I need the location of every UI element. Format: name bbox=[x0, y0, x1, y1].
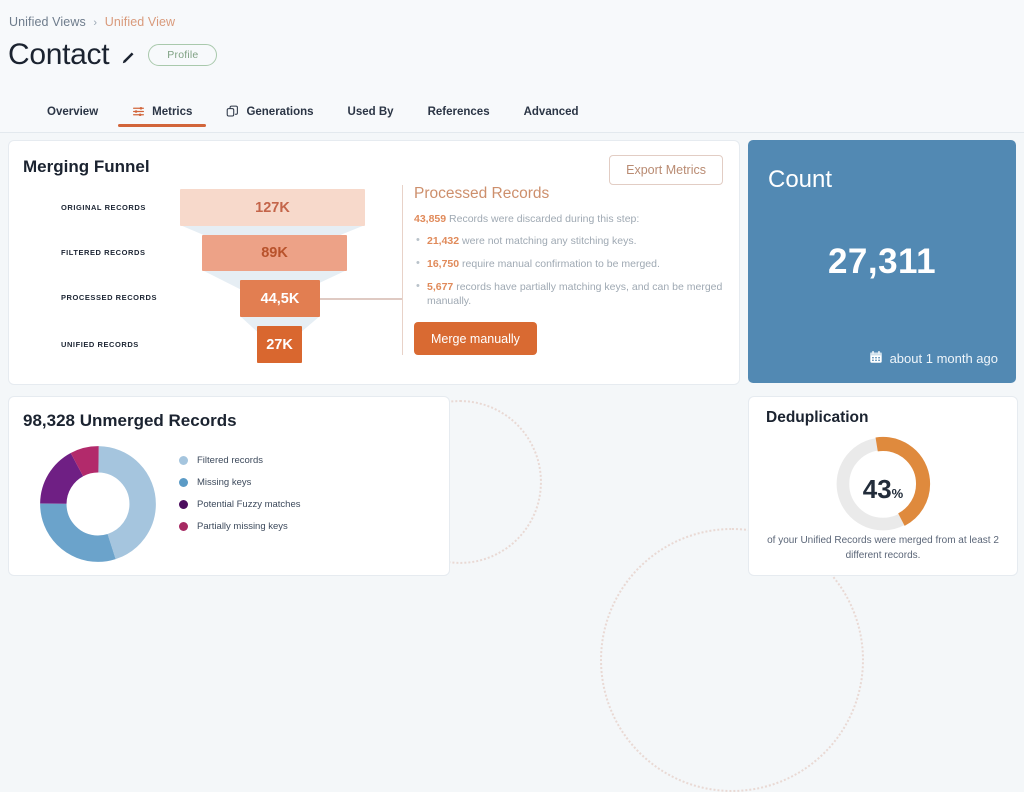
legend-label: Filtered records bbox=[197, 454, 263, 466]
legend-color-dot bbox=[179, 477, 188, 487]
legend-color-dot bbox=[179, 455, 188, 465]
funnel-stage-label: ORIGINAL RECORDS bbox=[61, 203, 146, 212]
funnel-stage-label: FILTERED RECORDS bbox=[61, 248, 146, 257]
legend-label: Partially missing keys bbox=[197, 520, 288, 532]
merging-funnel-chart: ORIGINAL RECORDS 127K FILTERED RECORDS 8… bbox=[9, 185, 403, 375]
count-card-value: 27,311 bbox=[827, 242, 937, 281]
export-metrics-button[interactable]: Export Metrics bbox=[609, 155, 723, 185]
breadcrumb-separator: › bbox=[93, 17, 98, 29]
bullet-value: 5,677 bbox=[427, 280, 454, 293]
tab-label: Generations bbox=[246, 105, 314, 118]
deduplication-card: Deduplication 43% of your Unified Record… bbox=[748, 396, 1018, 576]
merging-funnel-card: Merging Funnel Export Metrics ORIGINAL R… bbox=[8, 140, 740, 385]
tab-generations[interactable]: Generations bbox=[226, 105, 314, 127]
breadcrumb: Unified Views › Unified View bbox=[9, 15, 175, 29]
funnel-bar-value: 27K bbox=[266, 336, 293, 353]
bullet-text: records have partially matching keys, an… bbox=[427, 280, 723, 308]
processed-records-title: Processed Records bbox=[414, 185, 550, 202]
gauge-value-arc bbox=[835, 436, 931, 532]
count-card-title: Count bbox=[768, 166, 833, 193]
breadcrumb-parent-link[interactable]: Unified Views bbox=[9, 15, 86, 29]
unmerged-records-card: 98,328 Unmerged Records Filtered records… bbox=[8, 396, 450, 576]
legend-color-dot bbox=[179, 499, 188, 509]
count-card: Count 27,311 about 1 month ago bbox=[748, 140, 1016, 383]
pencil-icon[interactable] bbox=[120, 51, 135, 71]
card-title: 98,328 Unmerged Records bbox=[23, 411, 237, 430]
funnel-bar-value: 89K bbox=[261, 245, 288, 261]
card-title: Deduplication bbox=[766, 409, 869, 426]
sliders-icon bbox=[132, 105, 145, 118]
layers-icon bbox=[226, 105, 239, 118]
tab-used-by[interactable]: Used By bbox=[348, 106, 394, 127]
processed-records-panel: Processed Records 43,859 Records were di… bbox=[402, 185, 732, 356]
tab-label: Metrics bbox=[152, 105, 193, 118]
funnel-bar: 127K bbox=[180, 189, 365, 226]
funnel-stage-label: UNIFIED RECORDS bbox=[61, 340, 139, 349]
tab-label: Advanced bbox=[523, 105, 579, 118]
processed-records-lead: 43,859 Records were discarded during thi… bbox=[414, 212, 732, 227]
tab-references[interactable]: References bbox=[428, 106, 490, 127]
funnel-bar: 27K bbox=[257, 326, 302, 363]
deduplication-gauge-chart bbox=[749, 433, 1017, 535]
tab-label: Used By bbox=[347, 105, 394, 118]
legend-label: Missing keys bbox=[197, 476, 252, 488]
funnel-stage-label: PROCESSED RECORDS bbox=[61, 293, 158, 302]
count-card-timestamp: about 1 month ago bbox=[869, 350, 998, 367]
bullet-text: were not matching any stitching keys. bbox=[459, 234, 637, 247]
funnel-connector-line bbox=[320, 298, 403, 300]
merge-manually-button[interactable]: Merge manually bbox=[414, 322, 537, 356]
timestamp-text: about 1 month ago bbox=[889, 351, 998, 366]
funnel-bar-value: 127K bbox=[255, 199, 290, 216]
tab-bar: Overview Metrics Generations Used By Ref… bbox=[0, 100, 1024, 133]
title-row: Contact Profile bbox=[8, 38, 218, 71]
status-badge: Profile bbox=[148, 44, 218, 66]
funnel-bar: 89K bbox=[202, 235, 347, 271]
unmerged-records-donut-chart bbox=[39, 445, 157, 568]
tab-advanced[interactable]: Advanced bbox=[524, 106, 579, 127]
legend-item: Partially missing keys bbox=[179, 515, 301, 537]
donut-legend: Filtered records Missing keys Potential … bbox=[179, 449, 301, 537]
deduplication-caption: of your Unified Records were merged from… bbox=[767, 535, 999, 561]
page-title: Contact bbox=[8, 38, 110, 71]
legend-label: Potential Fuzzy matches bbox=[197, 498, 301, 510]
calendar-icon bbox=[869, 350, 883, 367]
funnel-bar-value: 44,5K bbox=[260, 290, 300, 307]
page-header: Unified Views › Unified View Contact Pro… bbox=[0, 0, 1024, 133]
donut-slice-partially-missing-keys bbox=[40, 446, 156, 562]
legend-color-dot bbox=[179, 521, 188, 531]
processed-records-list: 21,432 were not matching any stitching k… bbox=[414, 233, 732, 310]
tab-overview[interactable]: Overview bbox=[47, 106, 98, 127]
discarded-count: 43,859 bbox=[414, 213, 447, 225]
discarded-text: Records were discarded during this step: bbox=[446, 213, 640, 225]
list-item: 5,677 records have partially matching ke… bbox=[414, 279, 732, 310]
breadcrumb-current[interactable]: Unified View bbox=[105, 15, 175, 29]
legend-item: Potential Fuzzy matches bbox=[179, 493, 301, 515]
legend-item: Missing keys bbox=[179, 471, 301, 493]
bullet-value: 16,750 bbox=[427, 257, 460, 270]
legend-item: Filtered records bbox=[179, 449, 301, 471]
funnel-bar: 44,5K bbox=[240, 280, 320, 317]
bullet-text: require manual confirmation to be merged… bbox=[459, 257, 660, 270]
gauge-svg bbox=[835, 436, 931, 532]
tab-metrics[interactable]: Metrics bbox=[118, 105, 207, 127]
list-item: 21,432 were not matching any stitching k… bbox=[414, 233, 732, 249]
tab-label: Overview bbox=[47, 105, 99, 118]
bullet-value: 21,432 bbox=[427, 234, 460, 247]
tab-label: References bbox=[427, 105, 490, 118]
donut-svg bbox=[40, 446, 156, 562]
card-title: Merging Funnel bbox=[23, 157, 150, 176]
list-item: 16,750 require manual confirmation to be… bbox=[414, 256, 732, 272]
